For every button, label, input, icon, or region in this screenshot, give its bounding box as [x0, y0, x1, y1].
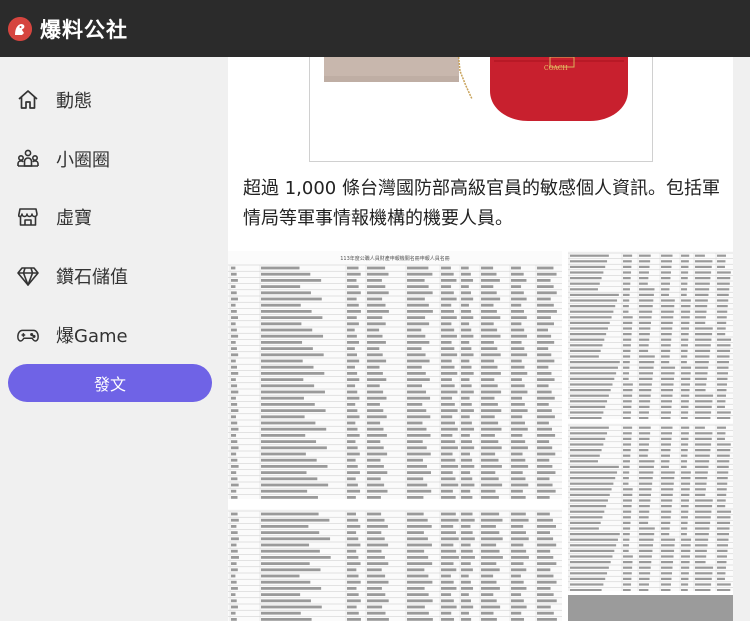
sidebar-item-label: 小圈圈	[56, 150, 110, 171]
home-icon	[16, 88, 40, 112]
app-title[interactable]: 爆料公社	[40, 14, 128, 44]
sidebar-item-groups[interactable]: 小圈圈	[16, 144, 110, 174]
document-images[interactable]: 113年度公職人員財產申報機關名冊申報人員名冊	[228, 251, 733, 621]
sidebar: 動態 小圈圈 虛寶 鑽石儲值 爆Game 發文	[0, 57, 228, 621]
sidebar-item-virtual-treasure[interactable]: 虛寶	[16, 202, 92, 232]
document-scan-5[interactable]	[568, 595, 733, 621]
gamepad-icon	[16, 323, 40, 347]
sidebar-item-game[interactable]: 爆Game	[16, 320, 128, 350]
document-scan-1[interactable]: 113年度公職人員財產申報機關名冊申報人員名冊	[228, 251, 562, 499]
group-icon	[16, 147, 40, 171]
diamond-icon	[16, 264, 40, 288]
scroll-gutter	[733, 57, 750, 621]
top-bar: 爆料公社	[0, 0, 750, 57]
document-scan-2[interactable]	[228, 509, 562, 621]
document-scan-4[interactable]	[568, 423, 733, 591]
sidebar-item-label: 鑽石儲值	[56, 267, 128, 288]
post-button[interactable]: 發文	[8, 364, 212, 402]
document-title: 113年度公職人員財產申報機關名冊申報人員名冊	[340, 256, 450, 262]
sidebar-item-label: 爆Game	[56, 326, 128, 347]
document-scan-3[interactable]	[568, 251, 733, 419]
post-paragraph: 超過 1,000 條台灣國防部高級官員的敏感個人資訊。包括軍情局等軍事情報機構的…	[243, 178, 720, 229]
sidebar-item-diamond-topup[interactable]: 鑽石儲值	[16, 261, 128, 291]
brand-label: COACH	[544, 65, 568, 72]
sidebar-item-dynamics[interactable]: 動態	[16, 85, 92, 115]
post-content: COACH 超過 1,000 條台灣國防部高級官員的敏感個人資訊。包括軍情局等軍…	[228, 57, 733, 621]
product-image[interactable]: COACH	[309, 57, 653, 162]
store-icon	[16, 205, 40, 229]
sidebar-item-label: 虛寶	[56, 208, 92, 229]
sidebar-item-label: 動態	[56, 91, 92, 112]
logo-icon[interactable]	[8, 16, 32, 41]
